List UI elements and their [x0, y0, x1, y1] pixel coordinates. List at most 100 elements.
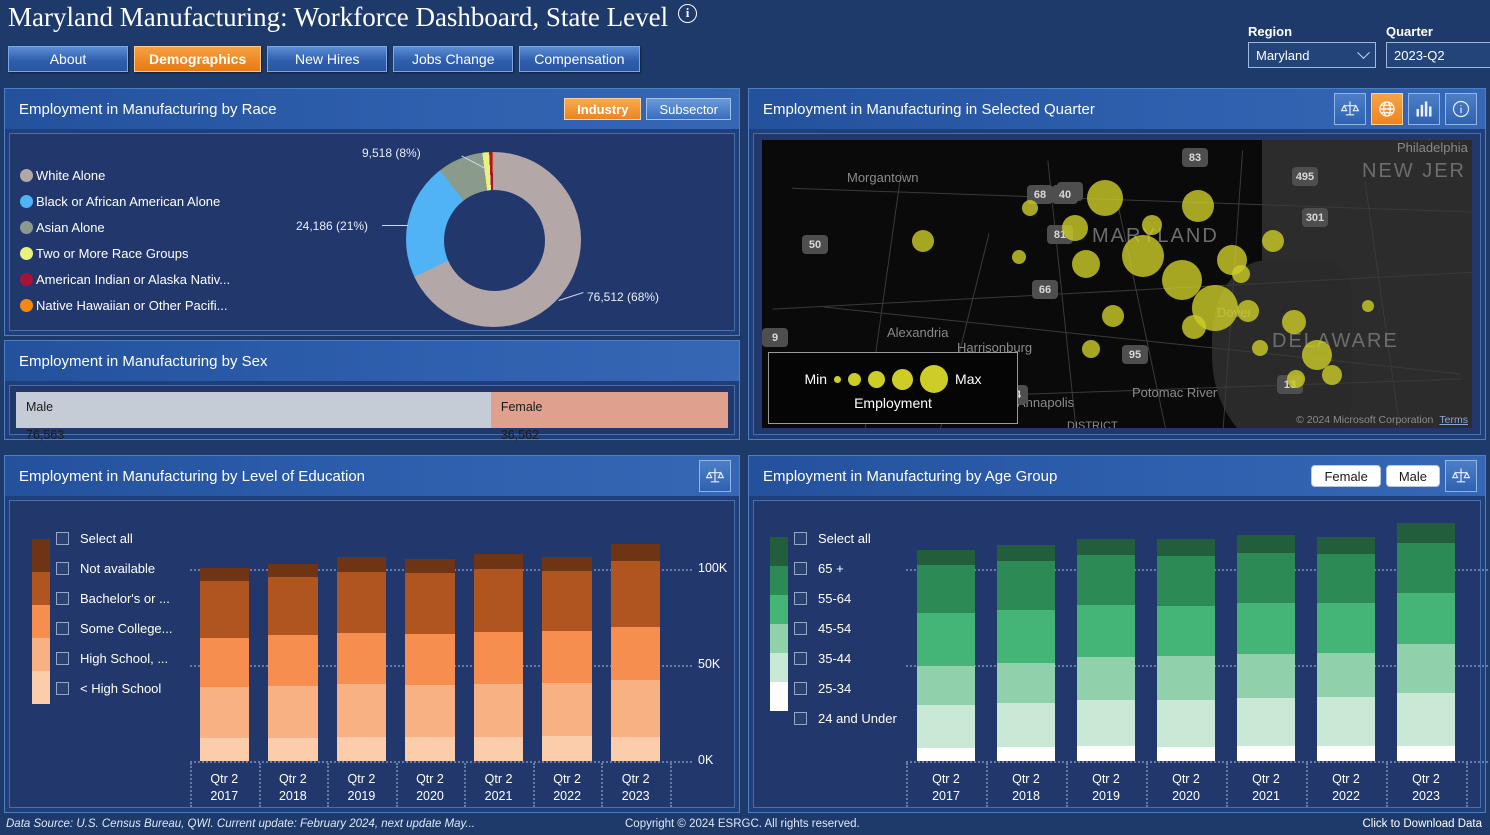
bar-segment[interactable]	[1397, 593, 1455, 644]
bar-segment[interactable]	[405, 559, 454, 573]
filter-checkbox[interactable]	[56, 592, 69, 605]
map-employment-bubble[interactable]	[1182, 315, 1206, 339]
education-filter-item[interactable]: High School, ...	[56, 643, 173, 673]
bar-segment[interactable]	[1317, 554, 1375, 603]
bar-segment[interactable]	[268, 686, 317, 738]
bar-segment[interactable]	[405, 634, 454, 685]
female-button[interactable]: Female	[1311, 465, 1380, 487]
bar-segment[interactable]	[1237, 603, 1295, 654]
bar-segment[interactable]	[337, 684, 386, 737]
bar-segment[interactable]	[474, 569, 523, 631]
map-employment-bubble[interactable]	[912, 230, 934, 252]
bar-chart-icon[interactable]	[1408, 93, 1440, 125]
scales-icon[interactable]	[1445, 460, 1477, 492]
filter-checkbox[interactable]	[794, 562, 807, 575]
map-employment-bubble[interactable]	[1287, 370, 1305, 388]
bar-segment[interactable]	[611, 627, 660, 680]
education-stacked-bar[interactable]	[542, 557, 591, 761]
filter-checkbox[interactable]	[794, 712, 807, 725]
age-stacked-bar[interactable]	[917, 550, 975, 761]
donut-ring[interactable]	[406, 152, 581, 327]
bar-segment[interactable]	[200, 638, 249, 687]
map-employment-bubble[interactable]	[1282, 310, 1306, 334]
bar-segment[interactable]	[997, 561, 1055, 610]
quarter-dropdown[interactable]: 2023-Q2	[1386, 42, 1490, 68]
bar-segment[interactable]	[474, 684, 523, 737]
map-employment-bubble[interactable]	[1232, 265, 1250, 283]
age-stacked-bar[interactable]	[1237, 535, 1295, 761]
bar-segment[interactable]	[1157, 747, 1215, 761]
bar-segment[interactable]	[200, 581, 249, 639]
bar-segment[interactable]	[1397, 644, 1455, 693]
scales-icon[interactable]	[1334, 93, 1366, 125]
map-employment-bubble[interactable]	[1102, 305, 1124, 327]
bar-segment[interactable]	[997, 545, 1055, 561]
map-employment-bubble[interactable]	[1252, 340, 1268, 356]
bar-segment[interactable]	[917, 748, 975, 761]
bar-segment[interactable]	[1317, 603, 1375, 654]
bar-segment[interactable]	[1077, 746, 1135, 761]
region-dropdown[interactable]: Maryland	[1248, 42, 1376, 68]
filter-checkbox[interactable]	[56, 682, 69, 695]
age-filter-item[interactable]: 65 +	[794, 553, 897, 583]
bar-segment[interactable]	[405, 737, 454, 761]
map-employment-bubble[interactable]	[1362, 300, 1374, 312]
bar-segment[interactable]	[917, 666, 975, 705]
sex-treemap-cell-male[interactable]: Male76,563	[16, 392, 491, 428]
bar-segment[interactable]	[542, 683, 591, 736]
bar-segment[interactable]	[1157, 700, 1215, 747]
bar-segment[interactable]	[997, 663, 1055, 703]
bar-segment[interactable]	[997, 703, 1055, 747]
map-employment-bubble[interactable]	[1182, 190, 1214, 222]
scales-icon[interactable]	[699, 460, 731, 492]
map-employment-bubble[interactable]	[1322, 365, 1342, 385]
bar-segment[interactable]	[1157, 606, 1215, 657]
bar-segment[interactable]	[1397, 523, 1455, 542]
bar-segment[interactable]	[1077, 700, 1135, 746]
age-filter-item[interactable]: 25-34	[794, 673, 897, 703]
race-legend-item[interactable]: Native Hawaiian or Other Pacifi...	[20, 292, 230, 318]
bar-segment[interactable]	[200, 687, 249, 738]
bar-segment[interactable]	[1317, 653, 1375, 697]
bar-segment[interactable]	[1157, 539, 1215, 556]
bar-segment[interactable]	[611, 561, 660, 627]
bar-segment[interactable]	[1397, 543, 1455, 594]
bar-segment[interactable]	[337, 633, 386, 685]
map-employment-bubble[interactable]	[1087, 180, 1123, 216]
select-all-row[interactable]: Select all	[794, 523, 897, 553]
bar-segment[interactable]	[474, 554, 523, 569]
map-employment-bubble[interactable]	[1012, 250, 1026, 264]
bar-segment[interactable]	[200, 738, 249, 761]
bar-segment[interactable]	[474, 632, 523, 684]
filter-checkbox[interactable]	[794, 622, 807, 635]
map-employment-bubble[interactable]	[1142, 215, 1162, 235]
age-stacked-bar[interactable]	[1077, 539, 1135, 762]
age-stacked-bar[interactable]	[1397, 523, 1455, 761]
map-employment-bubble[interactable]	[1122, 235, 1164, 277]
filter-checkbox[interactable]	[794, 652, 807, 665]
education-stacked-bar[interactable]	[268, 564, 317, 761]
bar-segment[interactable]	[1237, 698, 1295, 746]
education-stacked-bar[interactable]	[337, 557, 386, 761]
bar-segment[interactable]	[474, 737, 523, 761]
filter-checkbox[interactable]	[794, 682, 807, 695]
bar-segment[interactable]	[542, 631, 591, 683]
age-stacked-bar[interactable]	[1317, 537, 1375, 761]
filter-checkbox[interactable]	[56, 562, 69, 575]
bar-segment[interactable]	[1237, 553, 1295, 603]
nav-tab-about[interactable]: About	[8, 46, 128, 72]
race-legend-item[interactable]: Black or African American Alone	[20, 188, 230, 214]
bar-segment[interactable]	[1077, 605, 1135, 657]
bar-segment[interactable]	[1157, 556, 1215, 605]
map-employment-bubble[interactable]	[1082, 340, 1100, 358]
bar-segment[interactable]	[405, 573, 454, 633]
map-employment-bubble[interactable]	[1262, 230, 1284, 252]
bar-segment[interactable]	[997, 747, 1055, 761]
age-stacked-bar[interactable]	[1157, 539, 1215, 761]
bar-segment[interactable]	[405, 685, 454, 738]
sex-treemap-cell-female[interactable]: Female36,562	[491, 392, 728, 428]
education-filter-item[interactable]: Bachelor's or ...	[56, 583, 173, 613]
info-icon[interactable]	[1445, 93, 1477, 125]
bar-segment[interactable]	[611, 544, 660, 561]
age-stacked-bar[interactable]	[997, 545, 1055, 761]
